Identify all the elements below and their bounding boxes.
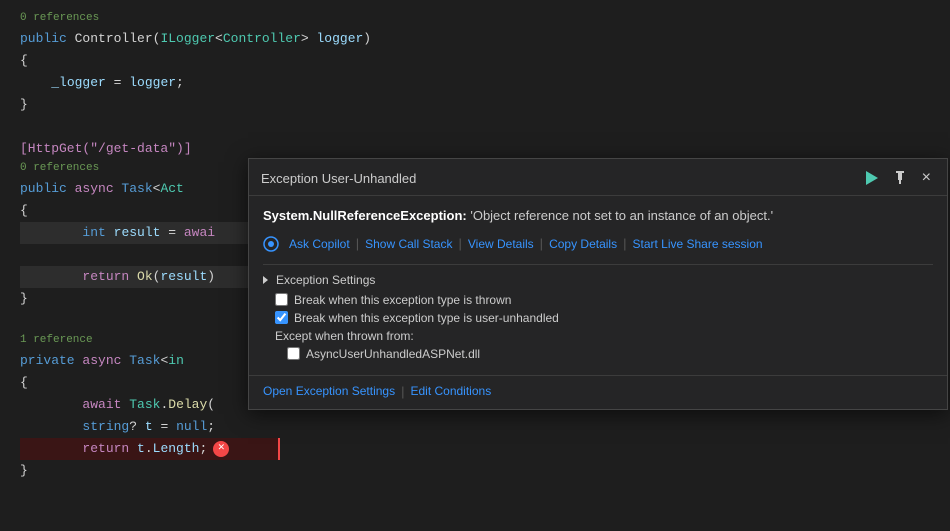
view-details-link[interactable]: View Details [464,237,538,251]
error-indicator: ✕ [213,441,229,457]
code-line-return-ok: return Ok(result) [20,266,280,288]
kw: public [20,29,75,50]
copilot-icon [263,236,279,252]
start-live-share-link[interactable]: Start Live Share session [628,237,766,251]
show-call-stack-link[interactable]: Show Call Stack [361,237,456,251]
break-thrown-row: Break when this exception type is thrown [263,293,933,307]
code-line-logger: _logger = logger; [20,72,950,94]
exception-settings: Exception Settings Break when this excep… [263,264,933,361]
exception-message: System.NullReferenceException: 'Object r… [263,206,933,226]
code-line-attr: [HttpGet("/get-data")] [20,138,950,160]
settings-title: Exception Settings [276,273,375,287]
async-dll-checkbox[interactable] [287,347,300,360]
async-dll-label: AsyncUserUnhandledASPNet.dll [306,347,480,361]
expand-triangle [263,276,268,284]
dialog-header: Exception User-Unhandled × [249,159,947,196]
exception-dialog: Exception User-Unhandled × System.NullRe… [248,158,948,410]
play-button[interactable] [862,169,882,187]
async-dll-row: AsyncUserUnhandledASPNet.dll [263,347,933,361]
settings-header: Exception Settings [263,273,933,287]
edit-conditions-link[interactable]: Edit Conditions [410,384,491,398]
code-line-constructor: public Controller(ILogger<Controller> lo… [20,28,950,50]
except-when-label: Except when thrown from: [263,329,933,343]
code-line-brace2: } [20,94,950,116]
break-unhandled-checkbox[interactable] [275,311,288,324]
footer-sep: | [395,384,410,399]
ask-copilot-link[interactable]: Ask Copilot [285,237,354,251]
break-thrown-label: Break when this exception type is thrown [294,293,511,307]
sep2: | [456,236,463,251]
break-thrown-checkbox[interactable] [275,293,288,306]
code-line-error: return t.Length; ✕ [20,438,280,460]
dialog-links: Ask Copilot | Show Call Stack | View Det… [263,236,933,252]
copy-details-link[interactable]: Copy Details [545,237,621,251]
sep4: | [621,236,628,251]
open-exception-settings-link[interactable]: Open Exception Settings [263,384,395,398]
code-line-string-t: string? t = null; [20,416,950,438]
dialog-body: System.NullReferenceException: 'Object r… [249,196,947,375]
exception-type: System.NullReferenceException: [263,208,467,223]
exception-desc: 'Object reference not set to an instance… [467,208,773,223]
sep3: | [538,236,545,251]
code-line-result: int result = awai [20,222,280,244]
ref-label-1: 0 references [20,10,950,28]
dialog-title: Exception User-Unhandled [261,171,416,186]
break-unhandled-label: Break when this exception type is user-u… [294,311,559,325]
code-line-brace1: { [20,50,950,72]
dialog-footer: Open Exception Settings | Edit Condition… [249,375,947,409]
code-line-blank1 [20,116,950,138]
break-unhandled-row: Break when this exception type is user-u… [263,311,933,325]
code-line-brace6: } [20,460,950,482]
sep1: | [354,236,361,251]
dialog-controls: × [862,167,935,189]
close-button[interactable]: × [918,167,935,189]
pin-button[interactable] [890,169,910,187]
